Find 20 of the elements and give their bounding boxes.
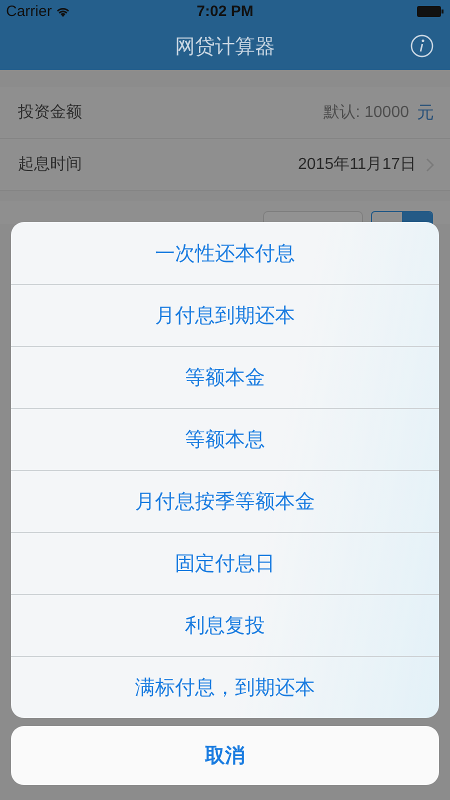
sheet-option[interactable]: 等额本金 xyxy=(11,346,439,408)
sheet-option[interactable]: 利息复投 xyxy=(11,594,439,656)
sheet-option[interactable]: 一次性还本付息 xyxy=(11,222,439,284)
cancel-button[interactable]: 取消 xyxy=(11,726,439,785)
nav-title: 网贷计算器 xyxy=(175,34,275,60)
wifi-icon xyxy=(56,6,70,16)
clock-time: 7:02 PM xyxy=(196,2,254,20)
sheet-option[interactable]: 月付息按季等额本金 xyxy=(11,470,439,532)
row-label: 起息时间 xyxy=(18,154,83,175)
carrier-label: Carrier xyxy=(6,2,52,20)
info-icon[interactable] xyxy=(410,34,434,58)
battery-icon xyxy=(417,6,444,16)
date-value[interactable]: 2015年11月17日 xyxy=(298,154,416,175)
sheet-option[interactable]: 月付息到期还本 xyxy=(11,284,439,346)
row-label: 投资金额 xyxy=(18,102,83,123)
sheet-option[interactable]: 固定付息日 xyxy=(11,532,439,594)
sheet-option[interactable]: 满标付息，到期还本 xyxy=(11,656,439,718)
amount-field[interactable]: 默认: 10000 xyxy=(299,104,409,122)
unit-label: 元 xyxy=(417,102,434,124)
sheet-option[interactable]: 等额本息 xyxy=(11,408,439,470)
